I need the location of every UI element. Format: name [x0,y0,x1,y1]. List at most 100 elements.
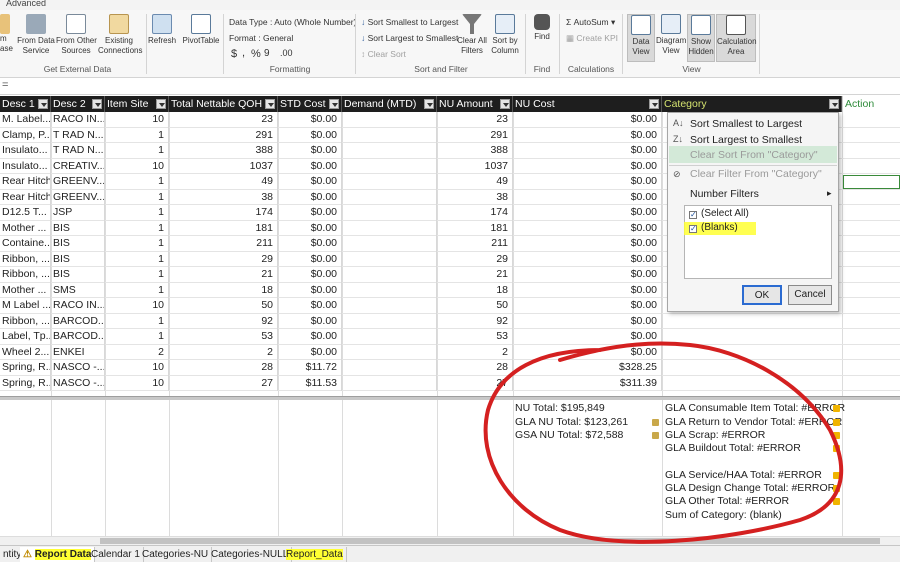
table-cell[interactable]: D12.5 T... [0,205,51,221]
column-header[interactable]: Demand (MTD) [342,96,437,112]
table-cell[interactable]: $0.00 [278,329,342,345]
cancel-button[interactable]: Cancel [788,285,832,305]
table-cell[interactable]: $0.00 [278,267,342,283]
table-row[interactable]: Wheel 2... ENKEI 2 2 $0.00 2 $0.00 [0,344,900,360]
table-cell[interactable]: 10 [105,298,169,314]
table-cell[interactable] [342,282,437,298]
measure-gsa-nu-total[interactable]: GSA NU Total: $72,588 [515,429,623,442]
create-kpi-button[interactable]: ▦ Create KPI [566,33,618,44]
table-cell[interactable]: RACO IN... [51,298,105,314]
sheet-tab[interactable]: Calendar 1 [88,547,144,562]
table-cell[interactable]: 53 [437,329,513,345]
measure-category[interactable]: GLA Other Total: #ERROR [665,495,789,508]
filter-clear-filter[interactable]: Clear Filter From "Category" [690,168,822,180]
table-cell[interactable]: 2 [169,344,278,360]
show-hidden-button[interactable]: Show Hidden [687,14,715,62]
table-cell[interactable]: 29 [437,251,513,267]
table-cell[interactable] [342,313,437,329]
measure-category[interactable]: GLA Scrap: #ERROR [665,429,765,442]
filter-sort-asc[interactable]: Sort Smallest to Largest [690,118,802,130]
clear-all-filters-button[interactable]: Clear All Filters [456,14,488,56]
measure-gla-nu-total[interactable]: GLA NU Total: $123,261 [515,416,628,429]
table-cell[interactable]: 181 [437,220,513,236]
table-cell[interactable]: 49 [169,174,278,190]
column-header[interactable]: STD Cost [278,96,342,112]
table-cell[interactable]: 211 [169,236,278,252]
table-cell[interactable]: 2 [105,344,169,360]
measure-nu-total[interactable]: NU Total: $195,849 [515,402,605,415]
table-cell[interactable]: BIS [51,236,105,252]
percent-format-button[interactable]: % [251,48,261,60]
table-cell[interactable]: 174 [169,205,278,221]
table-cell[interactable]: $11.53 [278,375,342,391]
table-cell[interactable]: 10 [105,112,169,128]
table-cell[interactable]: Spring, R... [0,375,51,391]
table-cell[interactable]: 1 [105,251,169,267]
table-cell[interactable]: 388 [169,143,278,159]
thousands-format-button[interactable]: 9 [264,48,270,59]
table-cell[interactable] [342,267,437,283]
table-cell[interactable]: 1 [105,189,169,205]
table-cell[interactable]: 92 [437,313,513,329]
table-cell[interactable]: Rear Hitch [0,189,51,205]
filter-dropdown-icon[interactable] [424,99,434,109]
column-header[interactable]: Total Nettable QOH [169,96,278,112]
table-cell[interactable]: BIS [51,267,105,283]
table-cell[interactable]: BARCOD... [51,313,105,329]
table-cell[interactable]: Spring, R... [0,360,51,376]
table-cell[interactable]: 1 [105,220,169,236]
table-cell[interactable]: RACO IN... [51,112,105,128]
table-cell[interactable]: $0.00 [278,189,342,205]
table-cell[interactable]: $0.00 [513,174,662,190]
from-other-sources-button[interactable]: From Other Sources [56,14,97,56]
table-cell[interactable]: BIS [51,220,105,236]
table-cell[interactable]: 49 [437,174,513,190]
table-cell[interactable]: Clamp, P... [0,127,51,143]
measure-category[interactable]: GLA Design Change Total: #ERROR [665,482,835,495]
category-column-header[interactable]: Category [662,96,842,112]
table-cell[interactable]: 1037 [169,158,278,174]
table-cell[interactable]: $0.00 [513,205,662,221]
table-cell[interactable]: $0.00 [278,174,342,190]
table-cell[interactable]: BARCOD... [51,329,105,345]
table-cell[interactable]: $0.00 [513,313,662,329]
filter-dropdown-icon[interactable] [329,99,339,109]
table-cell[interactable] [342,220,437,236]
calculation-area-button[interactable]: Calculation Area [716,14,757,62]
table-cell[interactable]: $11.72 [278,360,342,376]
table-cell[interactable]: 21 [169,267,278,283]
table-cell[interactable]: 174 [437,205,513,221]
table-cell[interactable]: SMS [51,282,105,298]
table-cell[interactable]: $0.00 [513,251,662,267]
refresh-button[interactable]: Refresh [148,14,176,46]
table-cell[interactable]: Ribbon, ... [0,267,51,283]
table-cell[interactable]: 23 [437,112,513,128]
table-cell[interactable]: NASCO -... [51,360,105,376]
table-cell[interactable]: $0.00 [513,344,662,360]
measure-category[interactable]: GLA Service/HAA Total: #ERROR [665,469,822,482]
table-cell[interactable]: 2 [437,344,513,360]
table-cell[interactable]: T RAD N... [51,143,105,159]
table-row[interactable]: Spring, R... NASCO -... 10 27 $11.53 27 $311.3… [0,375,900,391]
table-cell[interactable]: T RAD N... [51,127,105,143]
diagram-view-button[interactable]: Diagram View [656,14,686,56]
measure-category[interactable]: GLA Consumable Item Total: #ERROR [665,402,845,415]
sheet-tab[interactable]: Categories-NU [139,547,213,562]
table-cell[interactable] [342,143,437,159]
table-cell[interactable]: GREENV... [51,174,105,190]
table-cell[interactable]: 23 [169,112,278,128]
table-cell[interactable]: $0.00 [278,127,342,143]
table-cell[interactable] [342,329,437,345]
table-cell[interactable]: M. Label... [0,112,51,128]
table-cell[interactable]: Label, Tp... [0,329,51,345]
table-cell[interactable]: $0.00 [513,282,662,298]
table-cell[interactable]: 50 [169,298,278,314]
filter-sort-desc[interactable]: Sort Largest to Smallest [690,134,802,146]
table-cell[interactable]: $0.00 [278,143,342,159]
table-cell[interactable]: 10 [105,360,169,376]
sheet-tab[interactable]: Report_Data [283,547,347,562]
comma-format-button[interactable]: , [242,47,245,59]
table-cell[interactable]: 1037 [437,158,513,174]
table-cell[interactable]: $0.00 [513,158,662,174]
table-cell[interactable]: $0.00 [278,220,342,236]
